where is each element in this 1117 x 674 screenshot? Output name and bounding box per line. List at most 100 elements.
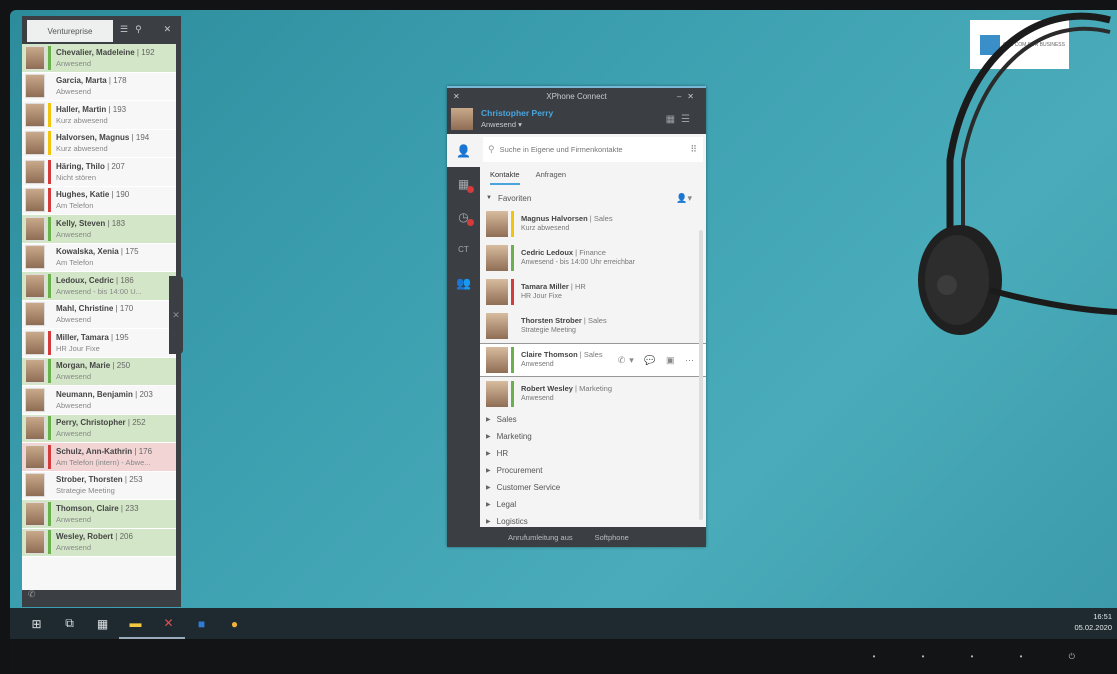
presence-bar <box>48 501 51 526</box>
presence-bar <box>48 273 51 298</box>
favorite-contact-row[interactable]: Cedric Ledoux | Finance Anwesend - bis 14… <box>480 241 706 275</box>
group-label: Logistics <box>496 517 528 526</box>
taskbar-clock[interactable]: 16:51 05.02.2020 <box>1074 611 1112 633</box>
contact-name: Cedric Ledoux <box>521 248 574 257</box>
contact-group[interactable]: ▶ Legal <box>480 496 706 513</box>
sidebar-tab-ventureprise[interactable]: Ventureprise <box>27 20 113 42</box>
presence-bar <box>48 45 51 70</box>
group-label: Procurement <box>496 466 543 475</box>
phone-icon[interactable]: ✆ <box>28 589 36 599</box>
window-controls[interactable]: –✕ <box>677 92 700 101</box>
sidebar-contact-row[interactable]: Kelly, Steven | 183 Anwesend <box>22 215 176 244</box>
chevron-right-icon: ▶ <box>486 519 491 525</box>
tab-contacts[interactable]: Kontakte <box>490 165 520 185</box>
contact-name: Häring, Thilo <box>56 161 105 171</box>
sidebar-contact-row[interactable]: Garcia, Marta | 178 Abwesend <box>22 73 176 101</box>
call-forwarding-toggle[interactable]: Anrufumleitung aus <box>508 533 573 542</box>
sidebar-contact-row[interactable]: Mahl, Christine | 170 Abwesend <box>22 301 176 329</box>
sidebar-contact-row[interactable]: Haller, Martin | 193 Kurz abwesend <box>22 101 176 130</box>
favorite-contact-row[interactable]: Claire Thomson | Sales Anwesend ✆▾ 💬 ▣ ⋯ <box>480 343 706 377</box>
user-status-dropdown[interactable]: Anwesend ▾ <box>481 119 553 130</box>
contacts-panel: ⚲ ⠿ Kontakte Anfragen ▼ Favoriten 👤▾ Mag… <box>480 134 706 547</box>
contact-status: Nicht stören <box>56 172 97 182</box>
favorite-contact-row[interactable]: Magnus Halvorsen | Sales Kurz abwesend <box>480 207 706 241</box>
chevron-right-icon: ▶ <box>486 451 491 457</box>
contact-extension: 195 <box>115 332 129 342</box>
xphone-logo-icon: ✕ <box>453 91 460 101</box>
add-contact-icon[interactable]: 👤▾ <box>676 193 692 204</box>
history-nav-icon[interactable]: ◷ <box>447 200 480 233</box>
contact-status: Kurz abwesend <box>56 115 108 125</box>
contact-name: Tamara Miller <box>521 282 569 291</box>
file-explorer-icon[interactable]: ▬ <box>119 608 152 639</box>
contact-extension: 233 <box>125 503 139 513</box>
task-view-icon[interactable]: ⧉ <box>53 608 86 639</box>
contact-group[interactable]: ▶ Procurement <box>480 462 706 479</box>
calculator-icon[interactable]: ▦ <box>86 608 119 639</box>
monitor-bezel: • • • • ⏻ <box>10 641 1117 671</box>
contact-name: Robert Wesley <box>521 384 573 393</box>
windows-start-icon[interactable]: ⊞ <box>20 608 53 639</box>
user-avatar[interactable] <box>451 108 473 130</box>
presence-bar <box>48 159 51 184</box>
search-icon[interactable]: ⚲ <box>135 24 142 35</box>
tab-requests[interactable]: Anfragen <box>536 165 566 185</box>
sidebar-contact-row[interactable]: Wesley, Robert | 206 Anwesend <box>22 528 176 557</box>
contact-name: Strober, Thorsten <box>56 475 123 485</box>
sidebar-contact-row[interactable]: Thomson, Claire | 233 Anwesend <box>22 500 176 529</box>
contact-extension: 250 <box>116 361 131 371</box>
presence-bar <box>48 188 51 213</box>
sidebar-contact-row[interactable]: Miller, Tamara | 195 HR Jour Fixe <box>22 329 176 358</box>
clock-time: 16:51 <box>1093 612 1112 621</box>
contact-status: Anwesend <box>56 58 92 68</box>
sidebar-contact-row[interactable]: Morgan, Marie | 250 Anwesend <box>22 357 176 386</box>
close-icon[interactable]: ✕ <box>164 24 172 35</box>
scrollbar[interactable] <box>699 230 703 520</box>
favorite-contact-row[interactable]: Tamara Miller | HR HR Jour Fixe <box>480 275 706 309</box>
sidebar-contact-row[interactable]: Schulz, Ann-Kathrin | 176 Am Telefon (int… <box>22 443 176 472</box>
contact-extension: 207 <box>111 161 125 171</box>
sidebar-contact-row[interactable]: Häring, Thilo | 207 Nicht stören <box>22 158 176 187</box>
contacts-nav-icon[interactable]: 👤 <box>447 134 480 167</box>
avatar <box>25 530 45 555</box>
avatar <box>25 387 45 412</box>
dialpad-icon[interactable]: ⠿ <box>690 144 697 155</box>
chrome-icon[interactable]: ● <box>218 608 251 639</box>
outlook-icon[interactable]: ■ <box>185 608 218 639</box>
contact-status: Anwesend <box>56 229 92 239</box>
sidebar-contact-row[interactable]: Hughes, Katie | 190 Am Telefon <box>22 187 176 215</box>
contact-actions[interactable]: ✆▾ 💬 ▣ ⋯ <box>618 355 698 366</box>
team-nav-icon[interactable]: CT <box>447 233 480 266</box>
sidebar-contact-row[interactable]: Kowalska, Xenia | 175 Am Telefon <box>22 244 176 272</box>
search-input[interactable] <box>499 145 660 154</box>
sidebar-contact-row[interactable]: Ledoux, Cedric | 186 Anwesend - bis 14:00… <box>22 272 176 301</box>
contact-group[interactable]: ▶ Marketing <box>480 428 706 445</box>
contact-group[interactable]: ▶ HR <box>480 445 706 462</box>
sidebar-contact-row[interactable]: Neumann, Benjamin | 203 Abwesend <box>22 386 176 415</box>
calendar-nav-icon[interactable]: ▦ <box>447 167 480 200</box>
sidebar-contact-row[interactable]: Halvorsen, Magnus | 194 Kurz abwesend <box>22 130 176 158</box>
favorites-group[interactable]: ▼ Favoriten 👤▾ <box>480 189 706 207</box>
monitor-buttons: • • • • ⏻ <box>872 652 1097 661</box>
softphone-toggle[interactable]: Softphone <box>595 533 629 542</box>
favorite-contact-row[interactable]: Thorsten Strober | Sales Strategie Meetin… <box>480 309 706 343</box>
user-header-icons[interactable]: ▦☰ <box>666 114 696 125</box>
contact-group[interactable]: ▶ Customer Service <box>480 479 706 496</box>
sidebar-contact-list: Chevalier, Madeleine | 192 Anwesend Garcia… <box>22 44 176 590</box>
contact-name: Halvorsen, Magnus <box>56 133 130 143</box>
groups-nav-icon[interactable]: 👥 <box>447 266 480 299</box>
contact-group[interactable]: ▶ Sales <box>480 411 706 428</box>
contact-status: Anwesend <box>56 514 92 524</box>
presence-bar <box>511 211 514 237</box>
contact-status: Anwesend <box>56 429 92 439</box>
desktop: CAS COM FOR BUSINESS Ventureprise ☰ ⚲ ✕ … <box>10 10 1117 610</box>
sidebar-contact-row[interactable]: Strober, Thorsten | 253 Strategie Meeting <box>22 472 176 500</box>
xphone-taskbar-icon[interactable]: ✕ <box>152 608 185 639</box>
avatar <box>486 245 508 271</box>
menu-icon[interactable]: ☰ <box>120 24 128 35</box>
sidebar-collapse-handle[interactable]: ✕ <box>169 276 183 354</box>
sidebar-contact-row[interactable]: Perry, Christopher | 252 Anwesend <box>22 414 176 443</box>
sidebar-contact-row[interactable]: Chevalier, Madeleine | 192 Anwesend <box>22 44 176 73</box>
presence-bar <box>48 330 51 355</box>
favorite-contact-row[interactable]: Robert Wesley | Marketing Anwesend <box>480 377 706 411</box>
